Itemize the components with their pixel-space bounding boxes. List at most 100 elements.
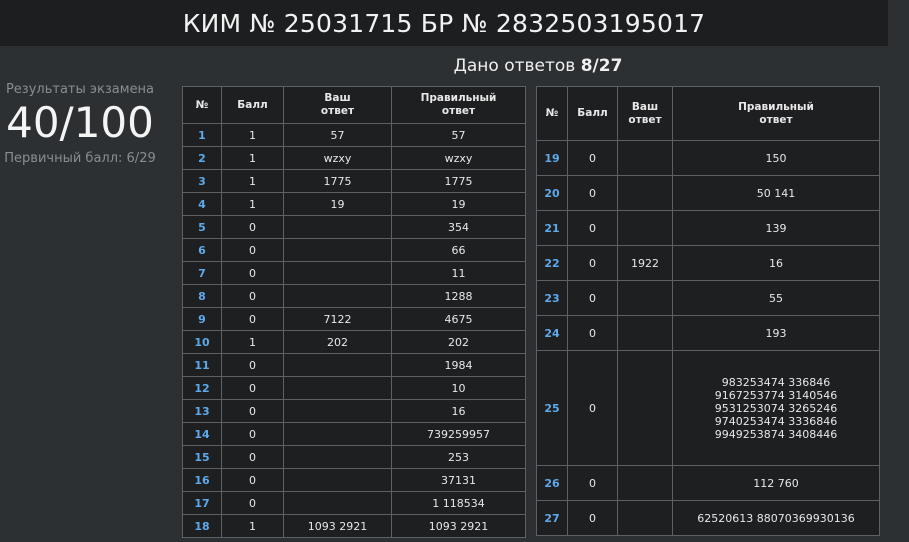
correct-answer-cell: 11 <box>391 261 526 285</box>
table-header-row: № Балл Ваш ответ Правильный ответ <box>182 86 526 124</box>
table-row: 18 1 1093 2921 1093 2921 <box>182 514 526 538</box>
task-number: 11 <box>182 353 222 377</box>
correct-answer-line: 983253474 336846 <box>721 375 831 389</box>
table-row: 24 0 193 <box>536 315 880 351</box>
points-cell: 0 <box>567 465 618 501</box>
table-header-row: № Балл Ваш ответ Правильный ответ <box>536 86 880 141</box>
your-answer-cell: 1093 2921 <box>283 514 392 538</box>
points-cell: 0 <box>221 215 284 239</box>
points-cell: 0 <box>567 280 618 316</box>
table-row: 27 0 62520613 88070369930136 <box>536 500 880 536</box>
points-cell: 0 <box>567 315 618 351</box>
task-number: 7 <box>182 261 222 285</box>
your-answer-cell <box>283 468 392 492</box>
correct-answer-cell: 50 141 <box>672 175 880 211</box>
answers-given-label: Дано ответов <box>453 56 576 76</box>
points-cell: 0 <box>567 350 618 466</box>
task-number: 22 <box>536 245 568 281</box>
your-answer-cell: 1922 <box>617 245 673 281</box>
correct-answer-cell: 1 118534 <box>391 491 526 515</box>
correct-answer-cell: 55 <box>672 280 880 316</box>
table-row: 9 0 7122 4675 <box>182 307 526 331</box>
correct-answer-cell: 739259957 <box>391 422 526 446</box>
correct-answer-line: 9531253074 3265246 <box>714 401 838 415</box>
correct-answer-cell: 193 <box>672 315 880 351</box>
task-number: 9 <box>182 307 222 331</box>
task-number: 24 <box>536 315 568 351</box>
your-answer-cell <box>283 284 392 308</box>
results-caption: Результаты экзамена <box>5 82 155 97</box>
correct-answer-cell: 202 <box>391 330 526 354</box>
header-num: № <box>182 86 222 124</box>
task-number: 13 <box>182 399 222 423</box>
header-your-answer: Ваш ответ <box>617 86 673 141</box>
task-number: 12 <box>182 376 222 400</box>
correct-answer-cell: 150 <box>672 140 880 176</box>
points-cell: 1 <box>221 514 284 538</box>
task-number: 5 <box>182 215 222 239</box>
results-table-left: № Балл Ваш ответ Правильный ответ 1 1 57 57 2 1… <box>182 86 526 538</box>
header-correct-answer: Правильный ответ <box>672 86 880 141</box>
task-number: 26 <box>536 465 568 501</box>
table-row: 1 1 57 57 <box>182 123 526 147</box>
total-score: 40/100 <box>6 98 154 147</box>
table-row: 26 0 112 760 <box>536 465 880 501</box>
your-answer-cell <box>617 500 673 536</box>
table-row: 23 0 55 <box>536 280 880 316</box>
correct-answer-cell: 37131 <box>391 468 526 492</box>
results-panel: Результаты экзамена 40/100 Первичный бал… <box>0 82 160 166</box>
points-cell: 0 <box>567 210 618 246</box>
your-answer-cell <box>283 399 392 423</box>
your-answer-cell <box>617 280 673 316</box>
table-row: 15 0 253 <box>182 445 526 469</box>
points-cell: 0 <box>221 353 284 377</box>
table-row: 3 1 1775 1775 <box>182 169 526 193</box>
your-answer-cell: 7122 <box>283 307 392 331</box>
correct-answer-cell: wzxy <box>391 146 526 170</box>
correct-answer-cell: 354 <box>391 215 526 239</box>
task-number: 19 <box>536 140 568 176</box>
your-answer-cell <box>283 491 392 515</box>
points-cell: 0 <box>221 445 284 469</box>
task-number: 8 <box>182 284 222 308</box>
primary-score: Первичный балл: 6/29 <box>4 151 156 166</box>
points-cell: 1 <box>221 146 284 170</box>
your-answer-cell <box>283 261 392 285</box>
header-num: № <box>536 86 568 141</box>
points-cell: 0 <box>221 422 284 446</box>
your-answer-cell <box>283 422 392 446</box>
task-number: 1 <box>182 123 222 147</box>
your-answer-cell: wzxy <box>283 146 392 170</box>
correct-answer-cell: 10 <box>391 376 526 400</box>
answers-given: Дано ответов 8/27 <box>183 56 893 76</box>
task-number: 25 <box>536 350 568 466</box>
task-number: 20 <box>536 175 568 211</box>
points-cell: 0 <box>567 140 618 176</box>
correct-answer-cell: 1093 2921 <box>391 514 526 538</box>
task-number: 23 <box>536 280 568 316</box>
your-answer-cell: 1775 <box>283 169 392 193</box>
correct-answer-cell: 1984 <box>391 353 526 377</box>
table-row: 2 1 wzxy wzxy <box>182 146 526 170</box>
task-number: 15 <box>182 445 222 469</box>
table-row: 7 0 11 <box>182 261 526 285</box>
correct-answer-cell: 62520613 88070369930136 <box>672 500 880 536</box>
points-cell: 0 <box>221 399 284 423</box>
table-row: 20 0 50 141 <box>536 175 880 211</box>
header-points: Балл <box>567 86 618 141</box>
correct-answer-cell: 253 <box>391 445 526 469</box>
table-row: 4 1 19 19 <box>182 192 526 216</box>
points-cell: 1 <box>221 123 284 147</box>
task-number: 27 <box>536 500 568 536</box>
table-row: 16 0 37131 <box>182 468 526 492</box>
points-cell: 0 <box>567 245 618 281</box>
points-cell: 0 <box>567 175 618 211</box>
table-row: 11 0 1984 <box>182 353 526 377</box>
table-row: 5 0 354 <box>182 215 526 239</box>
correct-answer-line: 9949253874 3408446 <box>714 427 838 441</box>
task-number: 2 <box>182 146 222 170</box>
table-row: 19 0 150 <box>536 140 880 176</box>
table-row: 21 0 139 <box>536 210 880 246</box>
your-answer-cell <box>617 350 673 466</box>
page-title: КИМ № 25031715 БР № 2832503195017 <box>0 0 888 46</box>
